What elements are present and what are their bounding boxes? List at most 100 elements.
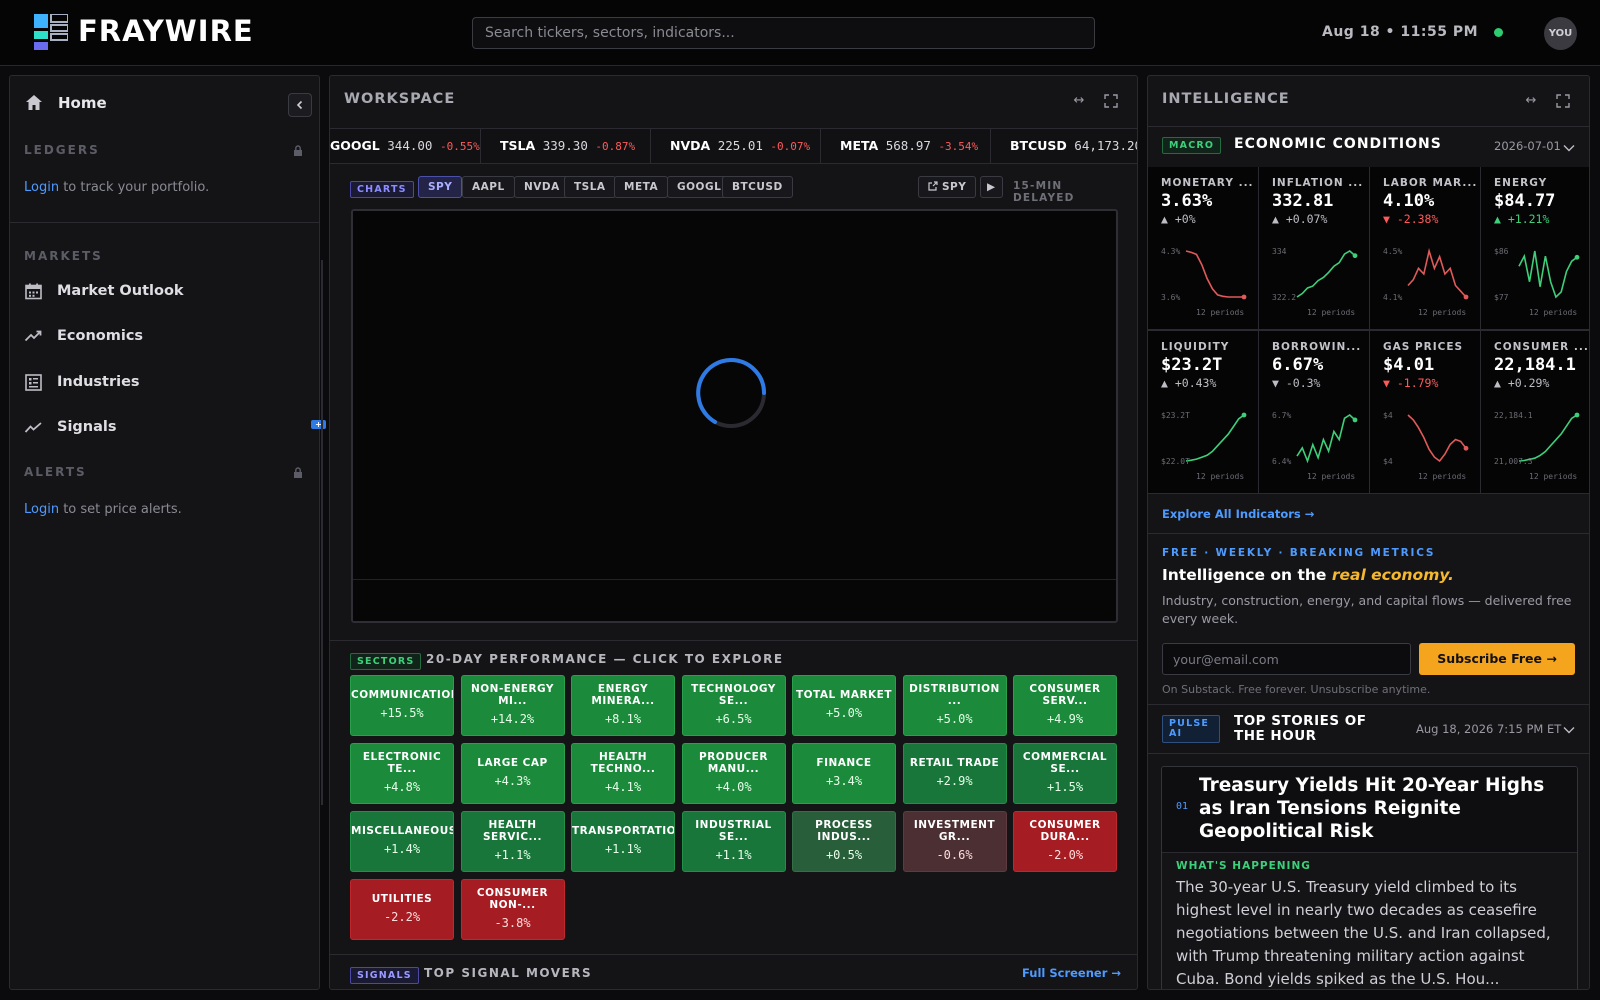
brand-name[interactable]: FRAYWIRE: [78, 14, 254, 48]
collapse-sidebar-button[interactable]: [288, 93, 312, 117]
sector-tile[interactable]: ELECTRONIC TE... +4.8%: [350, 743, 454, 804]
sector-tile[interactable]: RETAIL TRADE +2.9%: [902, 743, 1007, 804]
sector-name: UTILITIES: [371, 893, 433, 905]
markets-heading: MARKETS: [24, 249, 103, 263]
avatar[interactable]: YOU: [1544, 17, 1577, 50]
indicator-change: ▼ -2.38%: [1383, 212, 1439, 226]
sector-name: INVESTMENT GR...: [913, 819, 996, 843]
story-title[interactable]: Treasury Yields Hit 20-Year Highs as Ira…: [1199, 774, 1569, 843]
indicator-card[interactable]: GAS PRICES $4.01 ▼ -1.79% $4 $4 12 periods: [1370, 331, 1480, 493]
resize-horizontal-icon[interactable]: ↔: [1523, 93, 1539, 109]
ticker-item[interactable]: BTCUSD 64,173.20: [991, 129, 1137, 163]
full-screener-link[interactable]: Full Screener →: [1022, 966, 1121, 980]
indicator-card[interactable]: MONETARY ... 3.63% ▲ +0% 4.3% 3.6% 12 periods: [1148, 167, 1258, 329]
sector-tile[interactable]: CONSUMER DURA... -2.0%: [1013, 811, 1117, 872]
ticker-price: 568.97: [885, 138, 931, 153]
pulse-header[interactable]: PULSE AI TOP STORIES OF THE HOUR Aug 18,…: [1148, 704, 1589, 754]
macro-header[interactable]: MACRO ECONOMIC CONDITIONS 2026-07-01: [1148, 126, 1589, 166]
sidebar-item-market-outlook[interactable]: Market Outlook: [24, 278, 314, 304]
fullscreen-icon[interactable]: [1103, 93, 1119, 109]
indicator-name: ENERGY: [1494, 177, 1548, 189]
sector-tile[interactable]: PRODUCER MANU... +4.0%: [681, 743, 786, 804]
explore-row: Explore All Indicators →: [1148, 494, 1589, 534]
sparkline-footer-label: 12 periods: [1418, 472, 1466, 481]
sector-tile[interactable]: NON-ENERGY MI... +14.2%: [460, 675, 565, 736]
sector-tile[interactable]: TOTAL MARKET +5.0%: [792, 675, 896, 736]
chart-tab-meta[interactable]: META: [614, 176, 669, 198]
chart-tab-tsla[interactable]: TSLA: [564, 176, 616, 198]
sector-tile[interactable]: MISCELLANEOUS +1.4%: [350, 811, 454, 872]
ticker-item[interactable]: META 568.97 -3.54%: [821, 129, 991, 163]
alerts-login-link[interactable]: Login: [24, 502, 59, 517]
sidebar-item-signals[interactable]: Signals +: [24, 414, 326, 440]
indicator-name: GAS PRICES: [1383, 341, 1464, 353]
story-card[interactable]: 01 Treasury Yields Hit 20-Year Highs as …: [1161, 766, 1578, 989]
chart-canvas[interactable]: [351, 209, 1118, 623]
chevron-down-icon[interactable]: [1563, 726, 1575, 734]
chart-tab-spy[interactable]: SPY: [418, 176, 463, 198]
sector-tile[interactable]: INVESTMENT GR... -0.6%: [902, 811, 1007, 872]
story-body: The 30-year U.S. Treasury yield climbed …: [1176, 878, 1551, 988]
open-chart-external-button[interactable]: SPY: [918, 176, 977, 198]
sector-tile[interactable]: TECHNOLOGY SE... +6.5%: [681, 675, 786, 736]
sidebar-item-industries[interactable]: Industries: [24, 369, 314, 395]
sector-tile[interactable]: COMMUNICATIONS +15.5%: [350, 675, 454, 736]
sector-tile[interactable]: HEALTH TECHNO... +4.1%: [571, 743, 675, 804]
sector-name: ELECTRONIC TE...: [362, 751, 442, 775]
sector-tile[interactable]: UTILITIES -2.2%: [350, 879, 454, 940]
indicator-card[interactable]: CONSUMER ... 22,184.1 ▲ +0.29% 22,184.1 21,0…: [1481, 331, 1589, 493]
subscribe-button[interactable]: Subscribe Free →: [1419, 643, 1575, 675]
ticker-item[interactable]: GOOGL 344.00 -0.55%: [330, 129, 481, 163]
connection-status-icon: [1494, 28, 1503, 37]
ticker-change: -3.54%: [938, 140, 979, 153]
play-button[interactable]: ▶: [980, 176, 1003, 198]
sparkline-last-point: [1352, 417, 1358, 423]
sector-tile[interactable]: CONSUMER NON-... -3.8%: [460, 879, 565, 940]
sidebar-item-label: Economics: [57, 328, 144, 344]
sector-tile[interactable]: CONSUMER SERV... +4.9%: [1013, 675, 1117, 736]
indicator-sparkline: $86 $77 12 periods: [1494, 247, 1580, 317]
sector-tile[interactable]: INDUSTRIAL SE... +1.1%: [681, 811, 786, 872]
email-field[interactable]: [1162, 643, 1411, 675]
promo-headline: Intelligence on the real economy.: [1162, 566, 1454, 584]
chart-tab-btcusd[interactable]: BTCUSD: [722, 176, 793, 198]
ticker-change: -0.07%: [770, 140, 811, 153]
sidebar-item-home[interactable]: Home: [24, 90, 107, 116]
ticker-price: 225.01: [717, 138, 763, 153]
indicator-card[interactable]: BORROWIN... 6.67% ▼ -0.3% 6.7% 6.4% 12 period…: [1259, 331, 1369, 493]
chart-tab-nvda[interactable]: NVDA: [514, 176, 570, 198]
sector-tile[interactable]: FINANCE +3.4%: [792, 743, 896, 804]
loading-spinner-icon: [696, 358, 766, 428]
indicator-card[interactable]: ENERGY $84.77 ▲ +1.21% $86 $77 12 periods: [1481, 167, 1589, 329]
sector-tile[interactable]: HEALTH SERVIC... +1.1%: [460, 811, 565, 872]
ledgers-login-link[interactable]: Login: [24, 180, 59, 195]
resize-horizontal-icon[interactable]: ↔: [1071, 93, 1087, 109]
sidebar-item-economics[interactable]: Economics: [24, 323, 314, 349]
indicator-name: LIQUIDITY: [1161, 341, 1230, 353]
sector-change: +5.0%: [825, 706, 863, 720]
sparkline-low-label: $4: [1383, 457, 1393, 466]
sector-tile[interactable]: COMMERCIAL SE... +1.5%: [1013, 743, 1117, 804]
sparkline-last-point: [1352, 253, 1358, 259]
ticker-item[interactable]: NVDA 225.01 -0.07%: [651, 129, 821, 163]
indicator-card[interactable]: LIQUIDITY $23.2T ▲ +0.43% $23.2T $22.0T 12 pe…: [1148, 331, 1258, 493]
sidebar-divider: [10, 222, 319, 223]
explore-indicators-link[interactable]: Explore All Indicators →: [1162, 507, 1314, 521]
indicator-card[interactable]: INFLATION ... 332.81 ▲ +0.07% 334 322.2 12 pe…: [1259, 167, 1369, 329]
search-input[interactable]: [472, 17, 1095, 49]
chevron-down-icon[interactable]: [1563, 144, 1575, 152]
indicator-grid: MONETARY ... 3.63% ▲ +0% 4.3% 3.6% 12 periods…: [1148, 167, 1589, 494]
fullscreen-icon[interactable]: [1555, 93, 1571, 109]
chart-tab-aapl[interactable]: AAPL: [462, 176, 515, 198]
sector-tile[interactable]: DISTRIBUTION ... +5.0%: [902, 675, 1007, 736]
sector-tile[interactable]: PROCESS INDUS... +0.5%: [792, 811, 896, 872]
ticker-item[interactable]: TSLA 339.30 -0.87%: [481, 129, 651, 163]
sector-tile[interactable]: LARGE CAP +4.3%: [460, 743, 565, 804]
sector-tile[interactable]: TRANSPORTATION +1.1%: [571, 811, 675, 872]
sector-name: CONSUMER DURA...: [1029, 819, 1101, 843]
sidebar-resize-handle[interactable]: [321, 260, 323, 805]
indicator-card[interactable]: LABOR MAR... 4.10% ▼ -2.38% 4.5% 4.1% 12 peri…: [1370, 167, 1480, 329]
macro-date: 2026-07-01: [1494, 139, 1561, 153]
ticker-symbol: TSLA: [500, 138, 536, 153]
sector-tile[interactable]: ENERGY MINERA... +8.1%: [571, 675, 675, 736]
